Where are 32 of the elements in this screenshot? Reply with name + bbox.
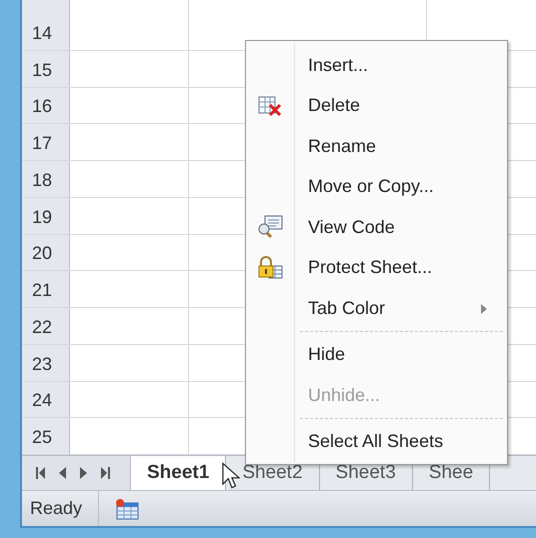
- row-header[interactable]: 23: [22, 344, 70, 380]
- record-macro-icon[interactable]: [115, 498, 140, 520]
- row-header[interactable]: 19: [22, 198, 70, 234]
- status-text: Ready: [22, 491, 100, 526]
- row-header[interactable]: 22: [22, 308, 70, 344]
- delete-sheet-icon: [258, 94, 282, 117]
- padlock-icon: [257, 256, 283, 280]
- row-header[interactable]: 14: [22, 0, 70, 50]
- menu-item[interactable]: Delete: [246, 86, 507, 126]
- submenu-arrow-icon: [481, 304, 487, 314]
- menu-item[interactable]: Tab Color: [246, 288, 507, 328]
- next-sheet-icon[interactable]: [80, 467, 87, 479]
- previous-sheet-icon[interactable]: [59, 467, 66, 479]
- menu-item[interactable]: Protect Sheet...: [246, 248, 507, 288]
- mouse-pointer-icon: [222, 461, 240, 491]
- menu-item[interactable]: Move or Copy...: [246, 166, 507, 207]
- view-code-icon: [257, 215, 283, 240]
- menu-item[interactable]: View Code: [246, 207, 507, 248]
- first-sheet-icon[interactable]: [36, 467, 45, 479]
- row-header[interactable]: 16: [22, 88, 70, 124]
- last-sheet-icon[interactable]: [101, 467, 110, 479]
- row-header[interactable]: 15: [22, 50, 70, 86]
- row-header[interactable]: 18: [22, 161, 70, 197]
- menu-item[interactable]: Rename: [246, 126, 507, 166]
- row-header[interactable]: 21: [22, 271, 70, 307]
- row-header[interactable]: 17: [22, 124, 70, 160]
- row-header[interactable]: 25: [22, 418, 70, 454]
- menu-item[interactable]: Hide: [246, 328, 507, 375]
- sheet-tab[interactable]: Sheet1: [131, 456, 226, 490]
- row-header[interactable]: 24: [22, 382, 70, 418]
- menu-item[interactable]: Insert...: [246, 45, 507, 86]
- row-header[interactable]: 20: [22, 234, 70, 270]
